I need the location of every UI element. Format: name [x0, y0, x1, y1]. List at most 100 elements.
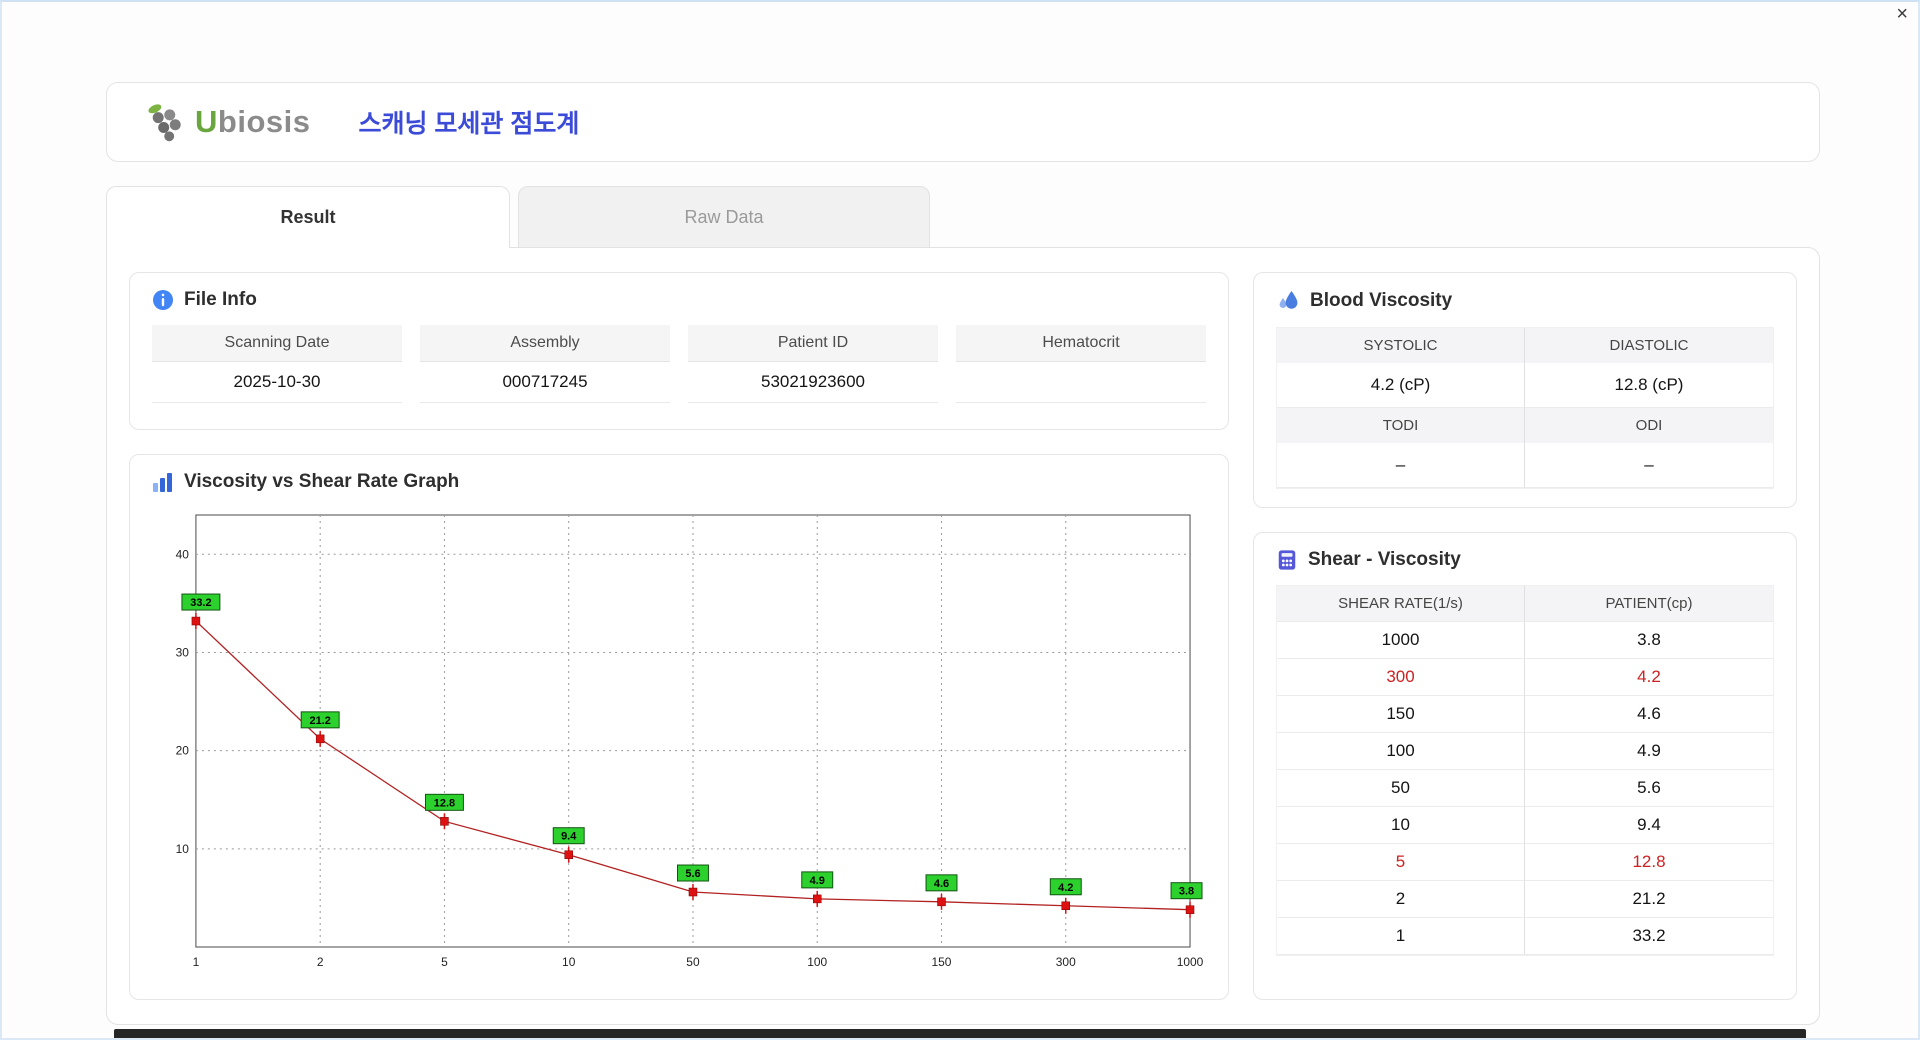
graph-title: Viscosity vs Shear Rate Graph — [184, 471, 460, 492]
table-row: 50 5.6 — [1277, 770, 1773, 807]
calculator-icon — [1276, 549, 1298, 571]
hematocrit-label: Hematocrit — [956, 325, 1206, 362]
assembly-label: Assembly — [420, 325, 670, 362]
app-title: 스캐닝 모세관 점도계 — [358, 110, 580, 138]
svg-text:30: 30 — [176, 645, 190, 659]
viscosity-chart-area: 10 20 30 40 1 2 5 10 50 100 150 300 1000 33.2 21.2 12.8… — [152, 507, 1206, 983]
patient-viscosity-value: 33.2 — [1525, 918, 1773, 955]
svg-text:5.6: 5.6 — [685, 868, 700, 880]
ubiosis-grape-logo-icon — [145, 102, 189, 142]
tab-raw-data[interactable]: Raw Data — [518, 186, 930, 248]
shear-rate-value: 150 — [1277, 696, 1525, 733]
shear-rate-value: 2 — [1277, 881, 1525, 918]
file-info-field-assembly: Assembly 000717245 — [420, 325, 670, 403]
shear-rate-value: 1 — [1277, 918, 1525, 955]
shear-rate-value: 10 — [1277, 807, 1525, 844]
table-row: 1000 3.8 — [1277, 622, 1773, 659]
blood-viscosity-table: SYSTOLIC DIASTOLIC 4.2 (cP) 12.8 (cP) TO… — [1276, 327, 1774, 489]
table-row: 300 4.2 — [1277, 659, 1773, 696]
svg-text:4.2: 4.2 — [1058, 882, 1073, 894]
shear-viscosity-title: Shear - Viscosity — [1308, 549, 1461, 570]
tab-result[interactable]: Result — [106, 186, 510, 248]
svg-text:50: 50 — [686, 955, 700, 969]
systolic-value: 4.2 (cP) — [1277, 363, 1525, 408]
svg-text:40: 40 — [176, 547, 190, 561]
blood-viscosity-card: Blood Viscosity SYSTOLIC DIASTOLIC 4.2 (… — [1253, 272, 1797, 508]
patient-viscosity-value: 3.8 — [1525, 622, 1773, 659]
svg-text:1000: 1000 — [1177, 955, 1204, 969]
table-row: 5 12.8 — [1277, 844, 1773, 881]
table-row: 100 4.9 — [1277, 733, 1773, 770]
hematocrit-value — [956, 362, 1206, 402]
svg-text:100: 100 — [807, 955, 827, 969]
viscosity-chart: 10 20 30 40 1 2 5 10 50 100 150 300 1000 33.2 21.2 12.8… — [176, 514, 1204, 969]
svg-text:33.2: 33.2 — [190, 597, 211, 609]
patient-viscosity-value: 5.6 — [1525, 770, 1773, 807]
result-panel: File Info Scanning Date 2025-10-30 Assem… — [106, 247, 1820, 1025]
odi-header: ODI — [1525, 408, 1773, 443]
todi-header: TODI — [1277, 408, 1525, 443]
shear-rate-value: 300 — [1277, 659, 1525, 696]
shear-rate-value: 5 — [1277, 844, 1525, 881]
brand-name: Ubiosis — [195, 104, 311, 139]
svg-text:4.6: 4.6 — [934, 878, 949, 890]
tab-bar: Result Raw Data — [106, 186, 930, 248]
table-row: 10 9.4 — [1277, 807, 1773, 844]
brand-logo: Ubiosis — [145, 102, 310, 142]
patient-viscosity-value: 4.6 — [1525, 696, 1773, 733]
shear-rate-column-header: SHEAR RATE(1/s) — [1277, 586, 1525, 622]
scanning-date-value: 2025-10-30 — [233, 372, 321, 391]
table-row: 1 33.2 — [1277, 918, 1773, 955]
assembly-value: 000717245 — [502, 372, 588, 391]
close-icon[interactable]: × — [1896, 4, 1908, 24]
patient-id-value: 53021923600 — [760, 372, 865, 391]
patient-viscosity-value: 9.4 — [1525, 807, 1773, 844]
file-info-field-hematocrit: Hematocrit — [956, 325, 1206, 403]
file-info-field-scanning-date: Scanning Date 2025-10-30 — [152, 325, 402, 403]
svg-text:21.2: 21.2 — [310, 715, 331, 727]
shear-viscosity-table: SHEAR RATE(1/s) PATIENT(cp) 1000 3.8 300… — [1276, 585, 1774, 956]
shear-rate-value: 1000 — [1277, 622, 1525, 659]
table-row: 2 21.2 — [1277, 881, 1773, 918]
patient-viscosity-value: 4.9 — [1525, 733, 1773, 770]
diastolic-value: 12.8 (cP) — [1525, 363, 1773, 408]
scanning-date-label: Scanning Date — [152, 325, 402, 362]
systolic-header: SYSTOLIC — [1277, 328, 1525, 363]
patient-id-label: Patient ID — [688, 325, 938, 362]
svg-text:300: 300 — [1056, 955, 1076, 969]
svg-text:20: 20 — [176, 744, 190, 758]
svg-text:9.4: 9.4 — [561, 831, 577, 843]
svg-text:12.8: 12.8 — [434, 797, 455, 809]
blood-viscosity-title: Blood Viscosity — [1310, 290, 1453, 311]
table-row: 150 4.6 — [1277, 696, 1773, 733]
table-header-row: SHEAR RATE(1/s) PATIENT(cp) — [1277, 586, 1773, 622]
patient-viscosity-value: 21.2 — [1525, 881, 1773, 918]
svg-text:2: 2 — [317, 955, 324, 969]
todi-value: – — [1277, 443, 1525, 488]
svg-text:3.8: 3.8 — [1179, 886, 1194, 898]
app-window: × Ubiosis 스캐닝 모세관 점도계 Result Raw Data Fi… — [0, 0, 1920, 1040]
shear-viscosity-card: Shear - Viscosity SHEAR RATE(1/s) PATIEN… — [1253, 532, 1797, 1000]
info-icon — [152, 289, 174, 311]
patient-column-header: PATIENT(cp) — [1525, 586, 1773, 622]
viscosity-graph-card: Viscosity vs Shear Rate Graph 10 20 30 40 1 2… — [129, 454, 1229, 1000]
file-info-title: File Info — [184, 289, 257, 310]
bar-chart-icon — [152, 471, 174, 493]
svg-text:5: 5 — [441, 955, 448, 969]
patient-viscosity-value: 12.8 — [1525, 844, 1773, 881]
diastolic-header: DIASTOLIC — [1525, 328, 1773, 363]
svg-text:4.9: 4.9 — [810, 875, 825, 887]
patient-viscosity-value: 4.2 — [1525, 659, 1773, 696]
svg-text:150: 150 — [932, 955, 952, 969]
shear-rate-value: 100 — [1277, 733, 1525, 770]
taskbar-sliver — [114, 1029, 1806, 1038]
svg-text:1: 1 — [193, 955, 200, 969]
blood-drop-icon — [1276, 289, 1300, 313]
odi-value: – — [1525, 443, 1773, 488]
file-info-card: File Info Scanning Date 2025-10-30 Assem… — [129, 272, 1229, 430]
header-card: Ubiosis 스캐닝 모세관 점도계 — [106, 82, 1820, 162]
shear-rate-value: 50 — [1277, 770, 1525, 807]
svg-text:10: 10 — [562, 955, 576, 969]
svg-text:10: 10 — [176, 842, 190, 856]
file-info-field-patient-id: Patient ID 53021923600 — [688, 325, 938, 403]
